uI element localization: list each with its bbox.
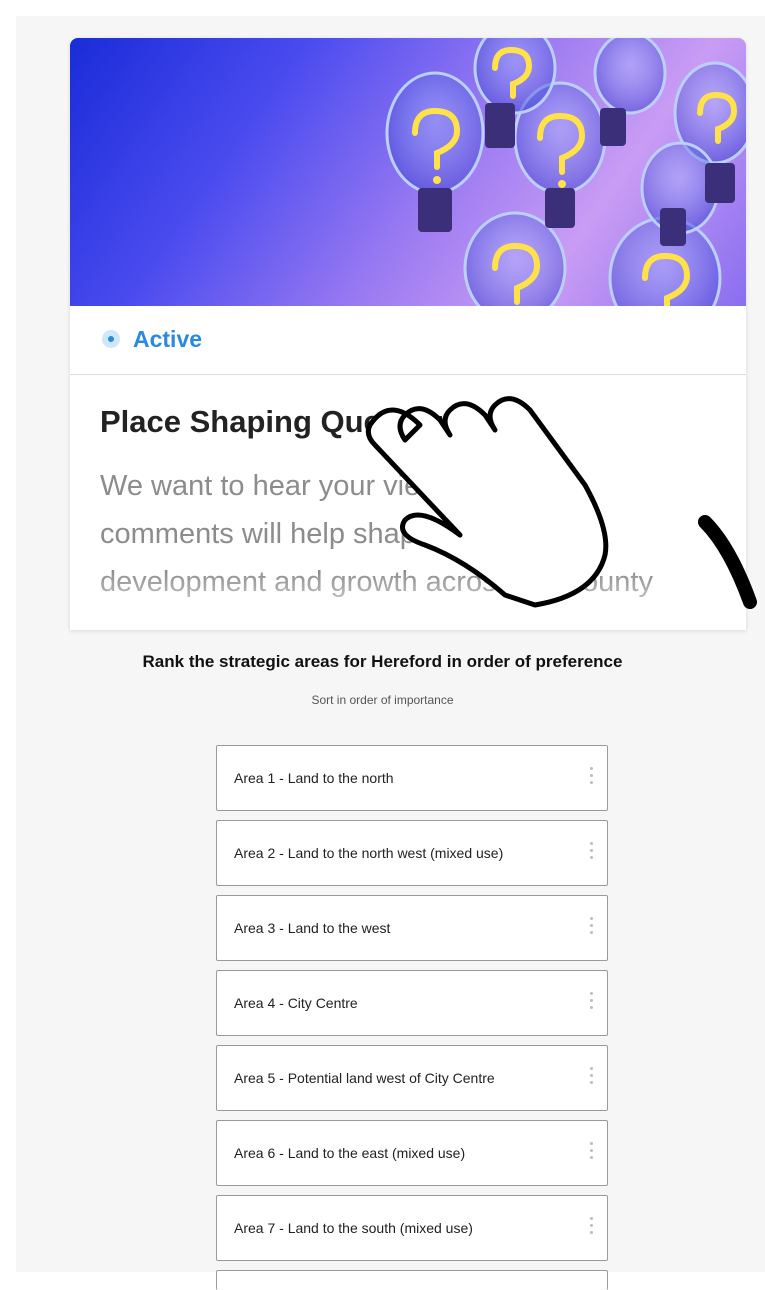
status-row: Active	[70, 306, 746, 375]
active-dot-icon	[102, 330, 120, 348]
rank-item-label: Area 7 - Land to the south (mixed use)	[234, 1220, 473, 1236]
rank-item-3[interactable]: Area 3 - Land to the west	[216, 895, 608, 961]
rank-item-4[interactable]: Area 4 - City Centre	[216, 970, 608, 1036]
rank-item-1[interactable]: Area 1 - Land to the north	[216, 745, 608, 811]
ranking-list: Area 1 - Land to the north Area 2 - Land…	[216, 745, 608, 1290]
rank-item-label: Area 6 - Land to the east (mixed use)	[234, 1145, 466, 1161]
drag-handle-icon[interactable]	[590, 992, 594, 1014]
rank-item-5[interactable]: Area 5 - Potential land west of City Cen…	[216, 1045, 608, 1111]
drag-handle-icon[interactable]	[590, 1067, 594, 1089]
rank-item-label: Area 5 - Potential land west of City Cen…	[234, 1070, 495, 1086]
rank-item-label: Area 2 - Land to the north west (mixed u…	[234, 845, 504, 861]
drag-handle-icon[interactable]	[590, 767, 594, 789]
drag-handle-icon[interactable]	[590, 842, 594, 864]
drag-handle-icon[interactable]	[590, 917, 594, 939]
lightbulbs-illustration	[385, 38, 746, 306]
drag-handle-icon[interactable]	[590, 1217, 594, 1239]
status-label: Active	[133, 326, 203, 352]
pointing-hand-icon	[365, 396, 609, 608]
hero-image	[70, 38, 746, 306]
drag-handle-icon[interactable]	[590, 1142, 594, 1164]
question-title: Rank the strategic areas for Hereford in…	[142, 652, 623, 671]
rank-item-7[interactable]: Area 7 - Land to the south (mixed use)	[216, 1195, 608, 1261]
question-subtitle: Sort in order of importance	[311, 693, 454, 707]
rank-item-8[interactable]	[216, 1270, 608, 1290]
rank-item-label: Area 1 - Land to the north	[234, 770, 394, 786]
rank-item-label: Area 4 - City Centre	[234, 995, 358, 1011]
rank-item-6[interactable]: Area 6 - Land to the east (mixed use)	[216, 1120, 608, 1186]
rank-item-label: Area 3 - Land to the west	[234, 920, 391, 936]
rank-item-2[interactable]: Area 2 - Land to the north west (mixed u…	[216, 820, 608, 886]
drawn-stroke	[698, 515, 757, 609]
